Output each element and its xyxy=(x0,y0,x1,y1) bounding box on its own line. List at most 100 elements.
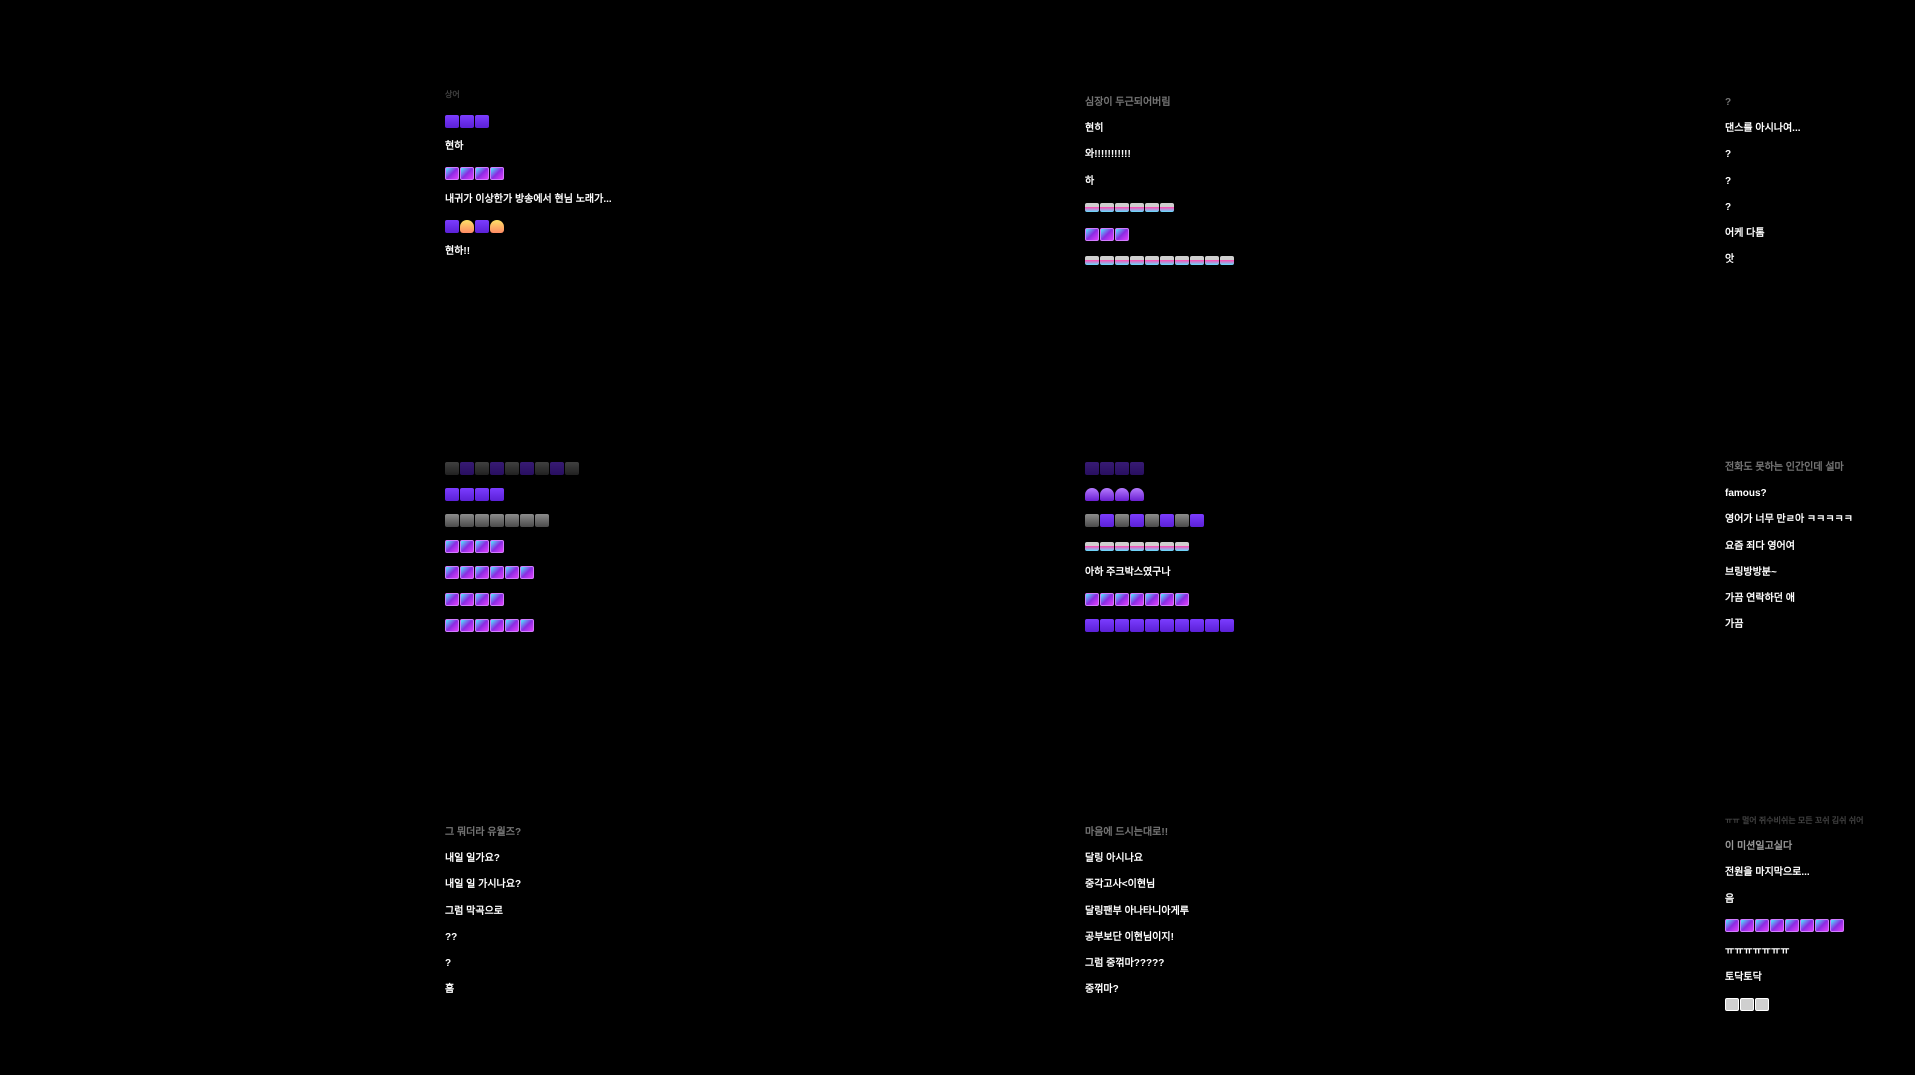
rainbow-wave-icon xyxy=(1220,255,1234,265)
neon-banner-icon xyxy=(1785,919,1799,933)
chat-message: 중꺾마? xyxy=(1085,984,1119,996)
neon-banner-icon xyxy=(520,566,534,580)
chat-panel: 전화도 못하는 인간인데 설마 famous? 영어가 너무 만ㄹ아 ㅋㅋㅋㅋㅋ 요즘… xyxy=(1725,455,1915,638)
chat-message: 상어 xyxy=(445,90,460,100)
chat-emote-message xyxy=(445,161,825,187)
rainbow-wave-icon xyxy=(1205,255,1219,265)
chat-emote-message xyxy=(445,560,825,586)
pink-block-icon xyxy=(1130,542,1144,552)
emote-row xyxy=(445,540,504,554)
purple-cat-icon xyxy=(1190,513,1204,527)
gray-cat-icon xyxy=(1175,513,1189,527)
purple-ghost-icon xyxy=(1085,487,1099,501)
chat-message: ? xyxy=(1725,97,1732,109)
chat-message: 브링방방분~ xyxy=(1725,566,1777,578)
rainbow-wave-icon xyxy=(1115,255,1129,265)
neon-banner-icon xyxy=(1100,227,1114,241)
neon-banner-icon xyxy=(460,540,474,554)
chat-message: 그럼 중꺾마????? xyxy=(1085,958,1165,970)
rainbow-wave-icon xyxy=(1115,203,1129,213)
neon-banner-icon xyxy=(475,540,489,554)
chat-message: 달링팬부 아나타니아게루 xyxy=(1085,905,1189,917)
purple-person-icon xyxy=(475,114,489,128)
gray-cat-icon xyxy=(565,461,579,475)
pink-block-icon xyxy=(1115,542,1129,552)
chat-panel: 상어 현하 내귀가 이상한가 방송에서 현님 노래가... 현하!! xyxy=(445,82,825,265)
emote-row xyxy=(1725,919,1844,933)
emote-row xyxy=(445,219,504,233)
chat-emote-message xyxy=(445,481,825,507)
pink-block-icon xyxy=(1085,542,1099,552)
chat-message: 전화도 못하는 인간인데 설마 xyxy=(1725,462,1844,474)
chat-message: 전원을 마지막으로... xyxy=(1725,867,1810,879)
gray-cat-icon xyxy=(1115,513,1129,527)
neon-banner-icon xyxy=(460,592,474,606)
chat-emote-message xyxy=(445,455,825,481)
chat-panel: ? 댄스를 아시나여...??? 어케 다톰 앗 xyxy=(1725,90,1915,273)
neon-banner-icon xyxy=(1815,919,1829,933)
chat-message: 흠 xyxy=(445,984,455,996)
gray-cat-icon xyxy=(475,513,489,527)
purple-cat-icon xyxy=(1190,618,1204,632)
chat-message: 내일 일가요? xyxy=(445,853,500,865)
gray-cat-icon xyxy=(1145,513,1159,527)
purple-cat-icon xyxy=(520,461,534,475)
purple-cat-icon xyxy=(490,461,504,475)
neon-banner-icon xyxy=(1755,919,1769,933)
gray-cat-icon xyxy=(520,513,534,527)
purple-cat-icon xyxy=(1220,618,1234,632)
emote-row xyxy=(445,566,534,580)
emote-row xyxy=(1085,513,1204,527)
gray-cat-icon xyxy=(535,461,549,475)
purple-cat-icon xyxy=(1085,461,1099,475)
chat-panel xyxy=(445,455,825,638)
neon-banner-icon xyxy=(445,618,459,632)
emote-row xyxy=(445,167,504,181)
neon-banner-icon xyxy=(445,167,459,181)
purple-person-icon xyxy=(460,114,474,128)
gray-cat-icon xyxy=(475,461,489,475)
neon-banner-icon xyxy=(460,167,474,181)
gray-cat-icon xyxy=(460,513,474,527)
chat-message: 현하!! xyxy=(445,246,471,258)
emote-row xyxy=(445,114,489,128)
purple-cat-icon xyxy=(1130,618,1144,632)
chat-emote-message xyxy=(1725,913,1915,939)
chat-message: 현하 xyxy=(445,141,464,153)
chat-emote-message xyxy=(445,507,825,533)
purple-person-icon xyxy=(445,114,459,128)
purple-cat-icon xyxy=(1205,618,1219,632)
emote-row xyxy=(445,618,534,632)
chat-message: 어케 다톰 xyxy=(1725,228,1765,240)
gray-cat-icon xyxy=(1085,513,1099,527)
neon-banner-icon xyxy=(460,566,474,580)
neon-banner-icon xyxy=(1770,919,1784,933)
purple-cat-icon xyxy=(1115,461,1129,475)
rainbow-wave-icon xyxy=(1145,255,1159,265)
gray-cat-icon xyxy=(505,513,519,527)
chat-message: 내일 일 가시나요? xyxy=(445,879,522,891)
purple-cat-icon xyxy=(1160,513,1174,527)
purple-cat-icon xyxy=(460,487,474,501)
purple-cat-icon xyxy=(475,487,489,501)
chat-emote-message xyxy=(1085,481,1465,507)
emote-row xyxy=(1085,461,1144,475)
chat-message: ㅠㅠㅠㅠㅠㅠㅠ xyxy=(1725,946,1790,958)
gray-cat-icon xyxy=(490,513,504,527)
chat-message: 이 미션일고실다 xyxy=(1725,841,1793,853)
neon-banner-icon xyxy=(520,618,534,632)
rainbow-wave-icon xyxy=(1100,255,1114,265)
chat-message: 앗 xyxy=(1725,254,1735,266)
purple-ghost-icon xyxy=(1130,487,1144,501)
purple-cat-icon xyxy=(1130,513,1144,527)
emote-row xyxy=(1725,997,1769,1011)
purple-cat-icon xyxy=(1100,461,1114,475)
chat-emote-message xyxy=(1085,455,1465,481)
chat-message: 가끔 xyxy=(1725,619,1744,631)
chat-message: 마음에 드시는대로!! xyxy=(1085,827,1169,839)
neon-banner-icon xyxy=(475,592,489,606)
chat-panel: 마음에 드시는대로!! 달링 아시나요 중각고사<이현님 달링팬부 아나타니아게루 공부… xyxy=(1085,820,1465,1003)
gray-face-icon xyxy=(1725,997,1739,1011)
rainbow-wave-icon xyxy=(1130,203,1144,213)
chat-message: 달링 아시나요 xyxy=(1085,853,1143,865)
